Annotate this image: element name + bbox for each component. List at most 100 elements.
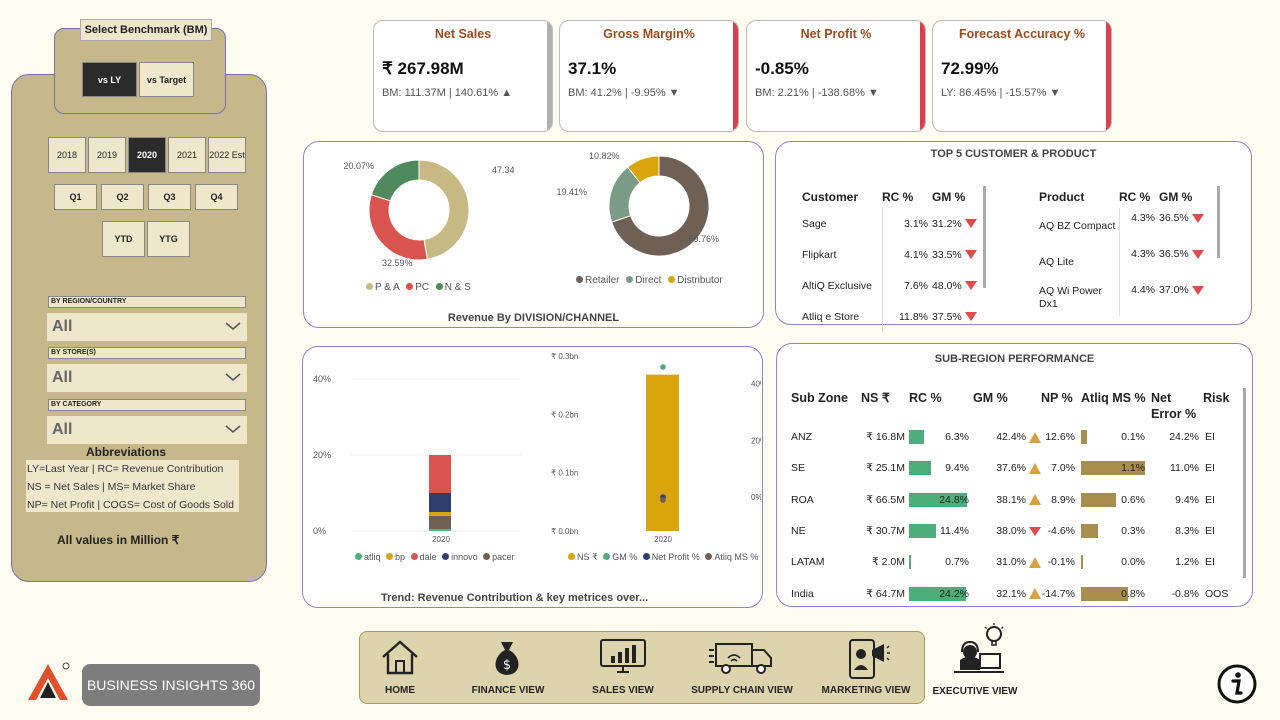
donut-slice[interactable] bbox=[418, 159, 470, 260]
donut-slice[interactable] bbox=[370, 159, 420, 202]
column-header[interactable]: Net Error % bbox=[1151, 390, 1199, 422]
subregion-body: ANZ ₹ 16.8M 6.3% 42.4% 12.6% 0.1% 24.2% … bbox=[791, 422, 1241, 602]
quarter-q3-button[interactable]: Q3 bbox=[148, 184, 191, 210]
nav-label: SUPPLY CHAIN VIEW bbox=[691, 685, 793, 696]
benchmark-vs-target-button[interactable]: vs Target bbox=[139, 62, 194, 97]
risk: EI bbox=[1205, 462, 1215, 475]
column-header[interactable]: GM % bbox=[973, 390, 1048, 406]
scrollbar[interactable] bbox=[1243, 388, 1246, 578]
info-icon[interactable] bbox=[1216, 663, 1258, 705]
down-arrow-icon bbox=[1191, 285, 1204, 295]
legend-label: GM % bbox=[612, 552, 638, 562]
kpi-title: Gross Margin% bbox=[603, 27, 695, 41]
division-channel-card: 47.34% 32.59% 20.07% 69.76% 19.41% 10.82% P … bbox=[303, 141, 764, 328]
store-filter-value: All bbox=[52, 369, 73, 386]
net-sales-bar[interactable] bbox=[646, 374, 679, 531]
year-2019-button[interactable]: 2019 bbox=[88, 137, 126, 173]
legend-dot bbox=[668, 276, 676, 283]
kpi-value: 37.1% bbox=[568, 59, 617, 78]
year-2020-button[interactable]: 2020 bbox=[128, 137, 166, 173]
data-label: 32.59% bbox=[382, 258, 413, 268]
table-row[interactable]: SE ₹ 25.1M 9.4% 37.6% 7.0% 1.1% 11.0% EI bbox=[791, 453, 1241, 483]
key-metrics-chart[interactable]: ₹ 0.0bn ₹ 0.1bn ₹ 0.2bn ₹ 0.3bn 0% 20% 40% 2020 bbox=[541, 347, 761, 572]
customer-row[interactable]: Flipkart 4.1% 33.5% bbox=[802, 239, 982, 270]
product-row[interactable]: AQ BZ Compact 4.3% 36.5% bbox=[1039, 208, 1209, 244]
table-row[interactable]: India ₹ 64.7M 24.2% 32.1% -14.7% 0.8% -0… bbox=[791, 579, 1241, 609]
quarter-q2-button[interactable]: Q2 bbox=[101, 184, 144, 210]
store-filter-dropdown[interactable]: All bbox=[47, 364, 247, 392]
column-header[interactable]: GM % bbox=[1159, 186, 1209, 208]
stacked-bar-segment[interactable] bbox=[429, 512, 451, 516]
channel-donut-chart[interactable]: 69.76% 19.41% 10.82% bbox=[549, 144, 719, 274]
quarter-q1-button[interactable]: Q1 bbox=[54, 184, 97, 210]
category-filter-dropdown[interactable]: All bbox=[47, 416, 247, 444]
nav-sales[interactable]: SALES VIEW bbox=[580, 636, 666, 700]
legend-dot bbox=[642, 553, 650, 560]
year-2018-button[interactable]: 2018 bbox=[48, 137, 86, 173]
customer-row[interactable]: AltiQ Exclusive 7.6% 48.0% bbox=[802, 270, 982, 301]
stacked-bar-segment[interactable] bbox=[429, 529, 451, 531]
product-row[interactable]: AQ Wi Power Dx1 4.4% 37.0% bbox=[1039, 280, 1209, 316]
ytd-button[interactable]: YTD bbox=[102, 221, 145, 257]
kpi-card-net-profit[interactable]: Net Profit % -0.85% BM: 2.21% | -138.68%… bbox=[746, 20, 926, 132]
year-2021-button[interactable]: 2021 bbox=[168, 137, 206, 173]
scrollbar[interactable] bbox=[983, 186, 986, 288]
stacked-bar-segment[interactable] bbox=[429, 455, 451, 493]
quarter-q4-button[interactable]: Q4 bbox=[195, 184, 238, 210]
legend-label: atliq bbox=[364, 552, 381, 562]
legend-label: Atliq MS % bbox=[714, 552, 759, 562]
ms-value: 1.1% bbox=[1121, 462, 1145, 475]
kpi-value: 72.99% bbox=[941, 59, 999, 78]
kpi-benchmark: BM: 41.2% | -9.95% ▼ bbox=[568, 87, 680, 99]
customer-name: Flipkart bbox=[802, 248, 837, 261]
kpi-title: Net Profit % bbox=[800, 27, 872, 41]
kpi-card-gross-margin[interactable]: Gross Margin% 37.1% BM: 41.2% | -9.95% ▼ bbox=[559, 20, 739, 132]
division-donut-chart[interactable]: 47.34% 32.59% 20.07% bbox=[344, 147, 514, 277]
legend-label: pacer bbox=[492, 552, 515, 562]
product-row[interactable]: AQ Lite 4.3% 36.5% bbox=[1039, 244, 1209, 280]
column-header[interactable]: GM % bbox=[932, 186, 982, 208]
ytg-button[interactable]: YTG bbox=[147, 221, 190, 257]
scrollbar[interactable] bbox=[1217, 186, 1220, 258]
column-header[interactable]: Product bbox=[1039, 186, 1119, 208]
table-row[interactable]: NE ₹ 30.7M 11.4% 38.0% -4.6% 0.3% 8.3% E… bbox=[791, 516, 1241, 546]
legend-label: Retailer bbox=[585, 275, 620, 286]
market-share-marker[interactable] bbox=[660, 497, 666, 503]
legend-dot bbox=[705, 553, 713, 560]
kpi-card-forecast-accuracy[interactable]: Forecast Accuracy % 72.99% LY: 86.45% | … bbox=[932, 20, 1112, 132]
chevron-down-icon bbox=[225, 425, 241, 433]
column-header[interactable]: RC % bbox=[882, 186, 932, 208]
customer-row[interactable]: Sage 3.1% 31.2% bbox=[802, 208, 982, 239]
nav-home[interactable]: HOME bbox=[368, 636, 432, 700]
megaphone-icon bbox=[849, 639, 890, 679]
benchmark-vs-ly-button[interactable]: vs LY bbox=[82, 62, 137, 97]
column-header[interactable]: Sub Zone bbox=[791, 390, 869, 406]
product-gm: 36.5% bbox=[1159, 248, 1189, 260]
table-row[interactable]: ANZ ₹ 16.8M 6.3% 42.4% 12.6% 0.1% 24.2% … bbox=[791, 422, 1241, 452]
down-arrow-icon bbox=[1191, 249, 1204, 259]
column-header[interactable]: RC % bbox=[909, 390, 979, 406]
customer-name: AltiQ Exclusive bbox=[802, 279, 873, 292]
column-header[interactable]: RC % bbox=[1119, 186, 1159, 208]
table-row[interactable]: LATAM ₹ 2.0M 0.7% 31.0% -0.1% 0.0% 1.2% … bbox=[791, 547, 1241, 577]
stacked-bar-segment[interactable] bbox=[429, 493, 451, 512]
nav-marketing[interactable]: MARKETING VIEW bbox=[816, 636, 916, 700]
nav-finance[interactable]: $ FINANCE VIEW bbox=[464, 636, 552, 700]
product-table: Product RC % GM % AQ BZ Compact 4.3% 36.… bbox=[1039, 186, 1209, 316]
x-tick-label: 2020 bbox=[654, 535, 672, 544]
column-header[interactable]: Customer bbox=[802, 186, 882, 208]
net-sales: ₹ 30.7M bbox=[866, 524, 905, 537]
nav-supply-chain[interactable]: SUPPLY CHAIN VIEW bbox=[686, 636, 798, 700]
donut-slice[interactable] bbox=[368, 194, 428, 261]
stacked-bar-segment[interactable] bbox=[429, 515, 451, 530]
region-filter-dropdown[interactable]: All bbox=[47, 313, 247, 341]
gm-marker[interactable] bbox=[660, 364, 666, 370]
customer-row[interactable]: Atliq e Store 11.8% 37.5% bbox=[802, 301, 982, 332]
kpi-card-net-sales[interactable]: Net Sales ₹ 267.98M BM: 111.37M | 140.61… bbox=[373, 20, 553, 132]
year-2022-est-button[interactable]: 2022 Est bbox=[208, 137, 246, 173]
product-rc: 4.4% bbox=[1118, 280, 1159, 316]
table-row[interactable]: ROA ₹ 66.5M 24.8% 38.1% 8.9% 0.6% 9.4% E… bbox=[791, 485, 1241, 515]
subregion-card: SUB-REGION PERFORMANCE Sub Zone NS ₹ RC % G… bbox=[776, 343, 1253, 607]
revenue-contribution-stacked-chart[interactable]: 0% 20% 40% 2020 bbox=[311, 347, 531, 572]
nav-executive[interactable]: EXECUTIVE VIEW bbox=[926, 620, 1024, 700]
